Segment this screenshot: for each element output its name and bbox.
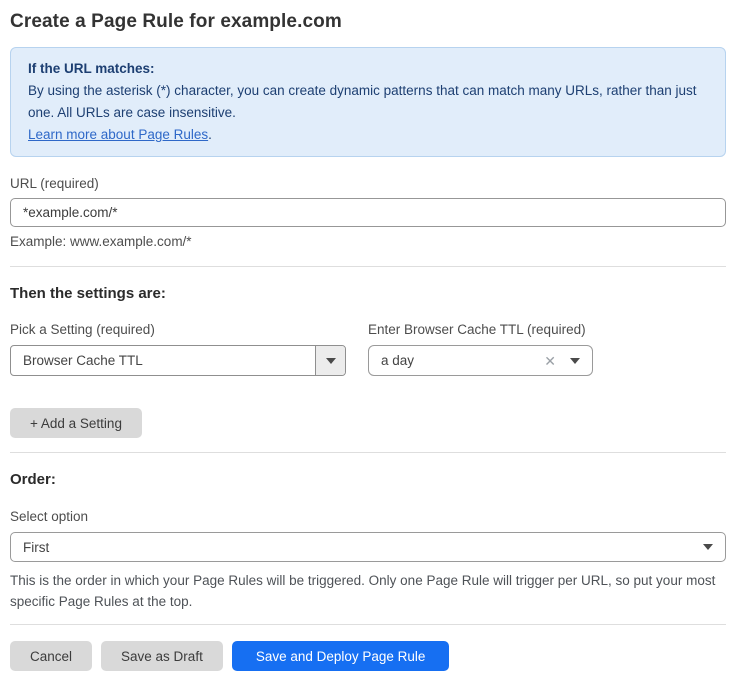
settings-section-heading: Then the settings are:	[10, 285, 726, 302]
setting-picker-value: Browser Cache TTL	[11, 353, 315, 368]
order-section-heading: Order:	[10, 471, 726, 488]
url-input[interactable]	[10, 198, 726, 227]
url-match-info-box: If the URL matches: By using the asteris…	[10, 47, 726, 157]
add-setting-button[interactable]: + Add a Setting	[10, 408, 142, 438]
page-title: Create a Page Rule for example.com	[10, 11, 726, 33]
ttl-picker-column: Enter Browser Cache TTL (required) a day…	[368, 322, 593, 376]
save-as-draft-button[interactable]: Save as Draft	[101, 641, 223, 671]
info-box-heading: If the URL matches:	[28, 58, 708, 80]
order-description: This is the order in which your Page Rul…	[10, 570, 726, 612]
ttl-picker-select[interactable]: a day ✕	[368, 345, 593, 376]
setting-picker-label: Pick a Setting (required)	[10, 322, 346, 337]
dropdown-caret-cell[interactable]	[315, 346, 345, 375]
url-field-label: URL (required)	[10, 176, 726, 191]
chevron-down-icon	[570, 358, 580, 364]
url-field-hint: Example: www.example.com/*	[10, 234, 726, 249]
chevron-down-icon	[326, 358, 336, 364]
form-actions: Cancel Save as Draft Save and Deploy Pag…	[10, 641, 726, 671]
learn-more-link[interactable]: Learn more about Page Rules	[28, 127, 208, 142]
order-select-label: Select option	[10, 509, 726, 524]
setting-picker-select[interactable]: Browser Cache TTL	[10, 345, 346, 376]
ttl-picker-label: Enter Browser Cache TTL (required)	[368, 322, 593, 337]
order-select[interactable]: First	[10, 532, 726, 562]
cancel-button[interactable]: Cancel	[10, 641, 92, 671]
info-box-body: By using the asterisk (*) character, you…	[28, 80, 708, 124]
divider	[10, 624, 726, 625]
save-and-deploy-button[interactable]: Save and Deploy Page Rule	[232, 641, 450, 671]
ttl-picker-value: a day	[369, 353, 544, 368]
divider	[10, 266, 726, 267]
clear-icon[interactable]: ✕	[544, 354, 556, 368]
chevron-down-icon	[703, 544, 713, 550]
order-select-value: First	[11, 540, 703, 555]
page-rule-form: Create a Page Rule for example.com If th…	[0, 11, 736, 671]
divider	[10, 452, 726, 453]
info-box-link-line: Learn more about Page Rules.	[28, 124, 708, 146]
link-suffix: .	[208, 127, 212, 142]
settings-row: Pick a Setting (required) Browser Cache …	[10, 322, 726, 376]
setting-picker-column: Pick a Setting (required) Browser Cache …	[10, 322, 346, 376]
